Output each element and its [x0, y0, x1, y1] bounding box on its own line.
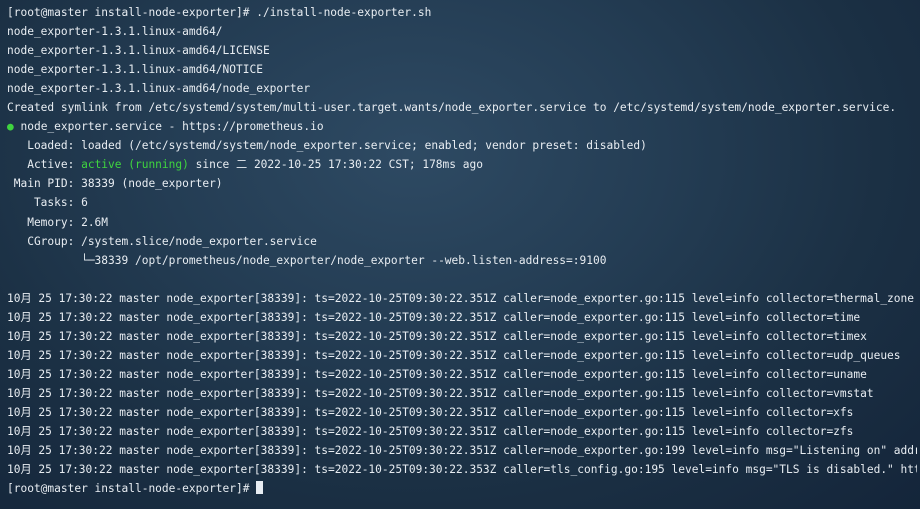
service-unit-line: ● node_exporter.service - https://promet…: [7, 117, 917, 136]
tar-output-line: node_exporter-1.3.1.linux-amd64/: [7, 25, 223, 39]
service-tasks-line: Tasks: 6: [7, 196, 88, 210]
command-line: [root@master install-node-exporter]# ./i…: [7, 3, 917, 22]
log-line: 10月 25 17:30:22 master node_exporter[383…: [7, 444, 917, 458]
service-cgroup-child-line: └─38339 /opt/prometheus/node_exporter/no…: [7, 253, 607, 267]
shell-prompt: [root@master install-node-exporter]#: [7, 482, 257, 496]
service-active-line: Active: active (running) since 二 2022-10…: [7, 155, 917, 174]
service-main-pid-line: Main PID: 38339 (node_exporter): [7, 177, 223, 191]
log-line: 10月 25 17:30:22 master node_exporter[383…: [7, 310, 861, 324]
tar-output-line: node_exporter-1.3.1.linux-amd64/LICENSE: [7, 44, 270, 58]
service-cgroup-line: CGroup: /system.slice/node_exporter.serv…: [7, 234, 317, 248]
symlink-line: Created symlink from /etc/systemd/system…: [7, 101, 897, 115]
status-dot-icon: ●: [7, 120, 14, 134]
log-line: 10月 25 17:30:22 master node_exporter[383…: [7, 405, 854, 419]
service-loaded-line: Loaded: loaded (/etc/systemd/system/node…: [7, 139, 647, 153]
log-line: 10月 25 17:30:22 master node_exporter[383…: [7, 425, 854, 439]
log-line: 10月 25 17:30:22 master node_exporter[383…: [7, 348, 901, 362]
service-unit-text: node_exporter.service - https://promethe…: [13, 120, 324, 134]
tar-output-line: node_exporter-1.3.1.linux-amd64/node_exp…: [7, 82, 311, 96]
terminal-window[interactable]: [root@master install-node-exporter]# ./i…: [7, 3, 917, 498]
final-prompt-line[interactable]: [root@master install-node-exporter]#: [7, 479, 917, 498]
active-state: active (running): [81, 158, 189, 172]
log-line: 10月 25 17:30:22 master node_exporter[383…: [7, 329, 867, 343]
service-memory-line: Memory: 2.6M: [7, 215, 109, 229]
log-line: 10月 25 17:30:22 master node_exporter[383…: [7, 367, 867, 381]
active-since: since 二 2022-10-25 17:30:22 CST; 178ms a…: [188, 158, 483, 172]
active-label: Active:: [7, 158, 82, 172]
log-line: 10月 25 17:30:22 master node_exporter[383…: [7, 386, 874, 400]
command-text: ./install-node-exporter.sh: [256, 6, 432, 19]
log-line: 10月 25 17:30:22 master node_exporter[383…: [7, 463, 917, 477]
log-line: 10月 25 17:30:22 master node_exporter[383…: [7, 291, 915, 305]
shell-prompt: [root@master install-node-exporter]#: [7, 6, 257, 19]
text-cursor: [256, 481, 264, 495]
tar-output-line: node_exporter-1.3.1.linux-amd64/NOTICE: [7, 63, 263, 77]
